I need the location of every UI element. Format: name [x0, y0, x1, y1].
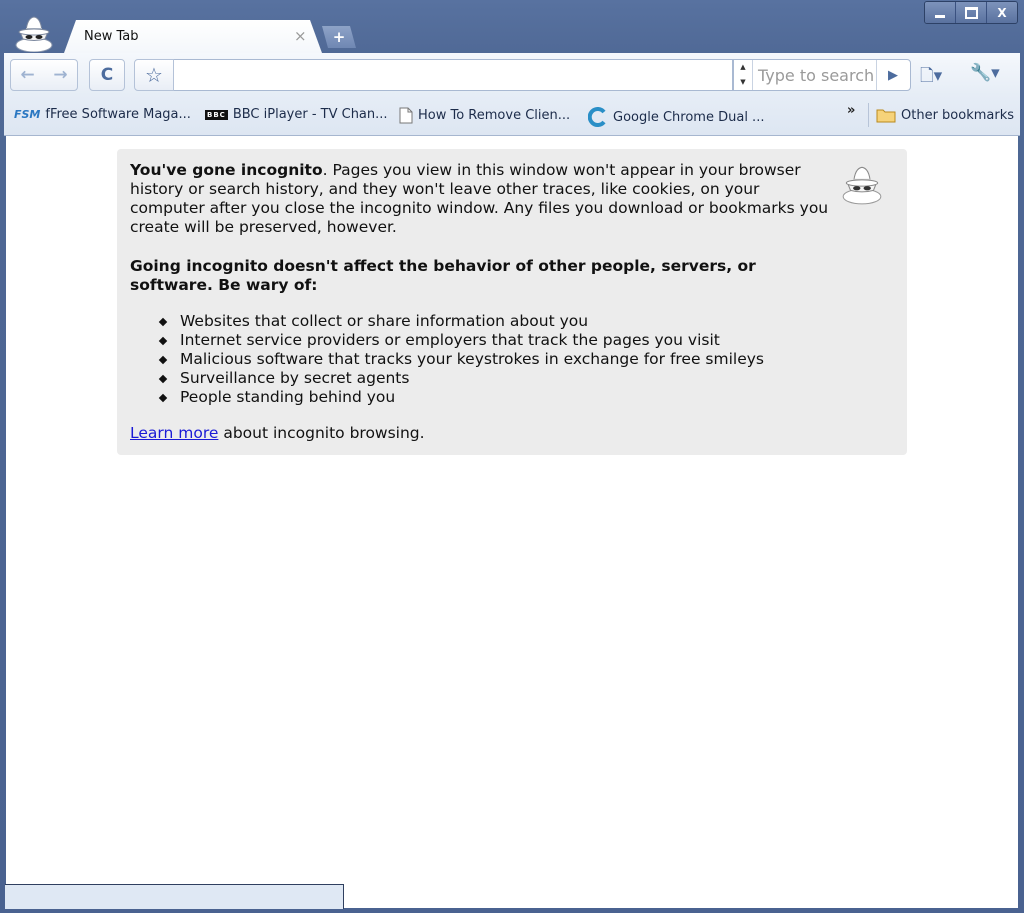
search-go-button[interactable]: ▶ — [876, 60, 909, 90]
incognito-avatar-icon — [15, 16, 53, 52]
minimize-icon — [935, 15, 945, 18]
list-item: Malicious software that tracks your keys… — [130, 350, 764, 369]
maximize-icon — [964, 6, 978, 19]
bookmark-star-button[interactable]: ☆ — [134, 59, 174, 91]
other-bookmarks-label: Other bookmarks — [901, 107, 1015, 123]
browser-window: X New Tab × + ← → C ☆ ▲ ▼ Type to search… — [0, 0, 1024, 913]
search-box[interactable]: ▲ ▼ Type to search ▶ — [733, 59, 911, 91]
search-engine-spinner[interactable]: ▲ ▼ — [734, 60, 753, 90]
page-content: You've gone incognito. Pages you view in… — [6, 136, 1018, 908]
bookmark-item[interactable]: BBC BBC iPlayer - TV Chan... — [205, 107, 388, 122]
list-item: People standing behind you — [130, 388, 764, 407]
back-forward-group: ← → — [10, 59, 78, 91]
list-item: Websites that collect or share informati… — [130, 312, 764, 331]
incognito-heading: You've gone incognito — [130, 161, 323, 179]
incognito-intro: You've gone incognito. Pages you view in… — [130, 161, 830, 237]
incognito-warning: Going incognito doesn't affect the behav… — [130, 257, 756, 294]
new-tab-button[interactable]: + — [322, 26, 356, 48]
back-button[interactable]: ← — [20, 65, 34, 85]
page-icon — [399, 107, 413, 124]
bookmark-label: Google Chrome Dual ... — [613, 109, 765, 125]
bookmark-label: fFree Software Maga... — [45, 107, 191, 122]
bbc-icon: BBC — [205, 109, 228, 120]
bookmark-item[interactable]: How To Remove Clien... — [399, 107, 570, 124]
close-window-button[interactable]: X — [986, 2, 1017, 23]
bookmarks-overflow-chevron-icon[interactable]: » — [847, 103, 855, 118]
spin-up-icon: ▲ — [740, 63, 746, 71]
bookmark-item[interactable]: Google Chrome Dual ... — [588, 107, 764, 127]
reload-icon: C — [100, 65, 114, 85]
incognito-info-card: You've gone incognito. Pages you view in… — [117, 149, 907, 455]
spin-down-icon: ▼ — [740, 78, 746, 86]
bookmark-label: BBC iPlayer - TV Chan... — [232, 107, 388, 122]
window-controls: X — [924, 1, 1018, 24]
wary-list: Websites that collect or share informati… — [130, 312, 764, 407]
reload-button[interactable]: C — [89, 59, 125, 91]
search-placeholder: Type to search — [758, 66, 875, 85]
star-icon: ☆ — [145, 63, 163, 87]
list-item: Internet service providers or employers … — [130, 331, 764, 350]
wrench-menu-icon[interactable]: 🔧▾ — [970, 63, 1000, 83]
status-bubble — [5, 884, 344, 909]
toolbar: ← → C ☆ ▲ ▼ Type to search ▶ 🗋▾ 🔧▾ — [4, 53, 1020, 95]
divider — [868, 103, 869, 127]
learn-more-text: about incognito browsing. — [218, 424, 425, 442]
folder-icon — [876, 109, 896, 123]
tab-title: New Tab — [84, 29, 139, 44]
forward-button[interactable]: → — [53, 65, 67, 85]
bookmark-item[interactable]: FSM fFree Software Maga... — [14, 107, 191, 122]
incognito-avatar-icon — [842, 166, 882, 205]
address-bar[interactable] — [174, 59, 733, 91]
bookmark-label: How To Remove Clien... — [418, 108, 571, 123]
fsm-icon: FSM — [14, 108, 41, 121]
list-item: Surveillance by secret agents — [130, 369, 764, 388]
learn-more-line: Learn more about incognito browsing. — [130, 424, 425, 442]
learn-more-link[interactable]: Learn more — [130, 424, 218, 442]
chrome-c-icon — [588, 107, 606, 127]
bookmarks-bar: FSM fFree Software Maga... BBC BBC iPlay… — [4, 95, 1020, 136]
tab-close-icon[interactable]: × — [294, 27, 307, 45]
maximize-button[interactable] — [955, 2, 986, 23]
minimize-button[interactable] — [925, 2, 955, 23]
other-bookmarks-button[interactable]: Other bookmarks — [876, 107, 1014, 123]
page-menu-icon[interactable]: 🗋▾ — [920, 63, 942, 92]
